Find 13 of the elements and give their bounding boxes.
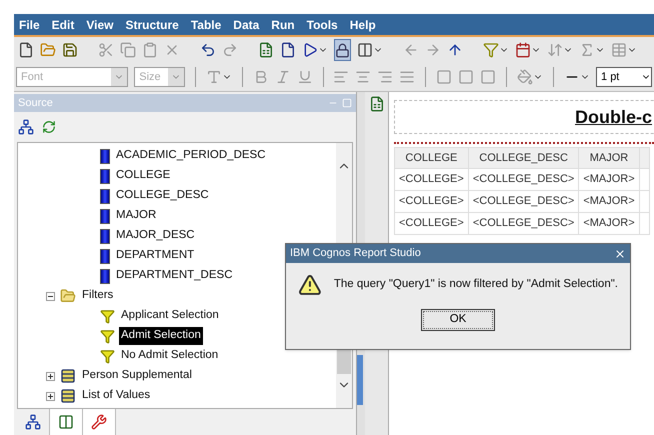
table-cell: <COLLEGE_DESC> [468, 168, 579, 190]
table-cell: <COLLEGE_DESC> [468, 212, 579, 234]
table-cell: <COLLEGE> [394, 212, 468, 234]
dialog-title-bar: IBM Cognos Report Studio [286, 244, 630, 263]
panel-header: Source [14, 94, 356, 112]
table-cell: <MAJOR> [578, 168, 640, 190]
table-cell: <MAJOR> [578, 212, 640, 234]
table-cell: <COLLEGE> [394, 168, 468, 190]
title-area: Double-c [394, 100, 654, 134]
table-cell: <COLLEGE> [394, 190, 468, 212]
table-cell: <COLLEGE_DESC> [468, 190, 579, 212]
table-cell: <MAJOR> [578, 190, 640, 212]
dialog-message: The query "Query1" is now filtered by "Admit Selection". [334, 277, 618, 292]
